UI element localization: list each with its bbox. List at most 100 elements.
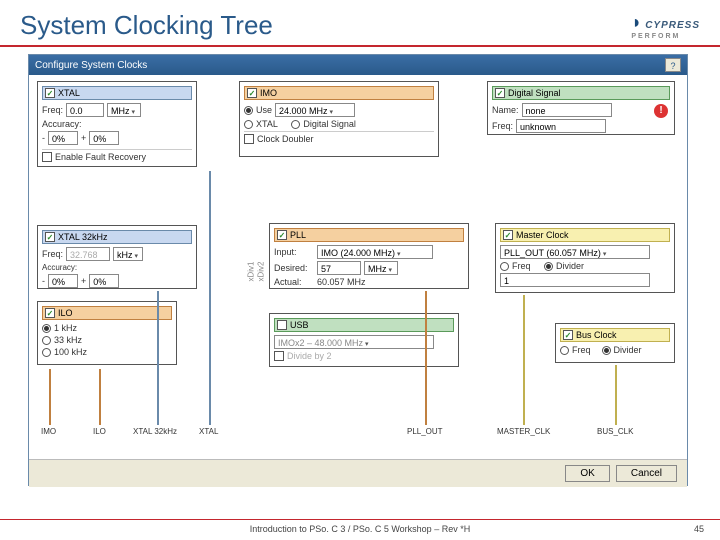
out-pll: PLL_OUT: [407, 427, 443, 436]
ilo-33k-label: 33 kHz: [54, 335, 82, 345]
logo: CYPRESSPERFORM: [631, 12, 700, 40]
out-xtal: XTAL: [199, 427, 218, 436]
imo-use-radio[interactable]: [244, 106, 253, 115]
xtal32-freq-label: Freq:: [42, 249, 63, 259]
page-number: 45: [680, 524, 720, 534]
xtal32-acc-label: Accuracy:: [42, 263, 77, 272]
help-button[interactable]: ?: [665, 58, 681, 72]
ilo-100k-label: 100 kHz: [54, 347, 87, 357]
bus-div-label: Divider: [614, 345, 642, 355]
pll-desired-input[interactable]: 57: [317, 261, 361, 275]
bus-enable-checkbox[interactable]: [563, 330, 573, 340]
out-ilo: ILO: [93, 427, 106, 436]
ilo-1k-radio[interactable]: [42, 324, 51, 333]
imo-dsi-radio[interactable]: [291, 120, 300, 129]
usb-enable-checkbox[interactable]: [277, 320, 287, 330]
dsi-name-label: Name:: [492, 105, 519, 115]
line: [49, 369, 51, 425]
titlebar: Configure System Clocks ?: [29, 55, 687, 75]
button-bar: OK Cancel: [29, 459, 687, 487]
dsi-enable-checkbox[interactable]: [495, 88, 505, 98]
xtal-acc-minus[interactable]: 0%: [48, 131, 78, 145]
ilo-enable-checkbox[interactable]: [45, 308, 55, 318]
imo-xtal-label: XTAL: [256, 119, 278, 129]
xtal32-freq-input[interactable]: 32.768: [66, 247, 110, 261]
xtal32-freq-unit[interactable]: kHz: [113, 247, 143, 261]
xtal-acc-label: Accuracy:: [42, 119, 82, 129]
master-div-label: Divider: [556, 261, 584, 271]
out-master: MASTER_CLK: [497, 427, 550, 436]
panel-bus: Bus Clock Freq Divider: [555, 323, 675, 363]
master-freq-radio[interactable]: [500, 262, 509, 271]
out-imo: IMO: [41, 427, 56, 436]
master-div-input[interactable]: 1: [500, 273, 650, 287]
dialog-window: Configure System Clocks ? XTAL Freq:0.0M…: [28, 54, 688, 486]
ilo-100k-radio[interactable]: [42, 348, 51, 357]
footer-text: Introduction to PSo. C 3 / PSo. C 5 Work…: [40, 524, 680, 534]
out-x32: XTAL 32kHz: [133, 427, 177, 436]
clock-doubler-checkbox[interactable]: [244, 134, 254, 144]
line: [425, 291, 427, 425]
bus-freq-radio[interactable]: [560, 346, 569, 355]
master-enable-checkbox[interactable]: [503, 230, 513, 240]
ilo-title: ILO: [58, 308, 73, 318]
xdiv1-label: xDiv1: [247, 261, 256, 281]
xtal-title: XTAL: [58, 88, 80, 98]
fault-recovery-label: Enable Fault Recovery: [55, 152, 146, 162]
pll-desired-unit[interactable]: MHz: [364, 261, 398, 275]
panel-ilo: ILO 1 kHz 33 kHz 100 kHz: [37, 301, 177, 365]
usb-source-select[interactable]: IMOx2 – 48.000 MHz: [274, 335, 434, 349]
line: [99, 369, 101, 425]
xtal-acc-plus[interactable]: 0%: [89, 131, 119, 145]
ilo-1k-label: 1 kHz: [54, 323, 77, 333]
imo-enable-checkbox[interactable]: [247, 88, 257, 98]
imo-xtal-radio[interactable]: [244, 120, 253, 129]
clock-doubler-label: Clock Doubler: [257, 134, 314, 144]
panel-dsi: ! Digital Signal Name:none Freq:unknown: [487, 81, 675, 135]
bus-div-radio[interactable]: [602, 346, 611, 355]
panel-imo: IMO Use24.000 MHz XTAL Digital Signal Cl…: [239, 81, 439, 157]
pll-input-label: Input:: [274, 247, 314, 257]
canvas: XTAL Freq:0.0MHz Accuracy: -0%+0% Enable…: [29, 75, 687, 459]
ilo-33k-radio[interactable]: [42, 336, 51, 345]
pll-desired-label: Desired:: [274, 263, 314, 273]
pll-title: PLL: [290, 230, 306, 240]
pll-actual-label: Actual:: [274, 277, 314, 287]
xtal32-acc-minus-input[interactable]: 0%: [48, 274, 78, 288]
pll-actual-value: 60.057 MHz: [317, 277, 366, 287]
dsi-freq-input[interactable]: unknown: [516, 119, 606, 133]
pll-enable-checkbox[interactable]: [277, 230, 287, 240]
imo-use-label: Use: [256, 105, 272, 115]
xtal-freq-input[interactable]: 0.0: [66, 103, 104, 117]
xtal-freq-unit[interactable]: MHz: [107, 103, 141, 117]
out-bus: BUS_CLK: [597, 427, 633, 436]
xtal32-acc-plus-input[interactable]: 0%: [89, 274, 119, 288]
xtal32-title: XTAL 32kHz: [58, 232, 108, 242]
dsi-freq-label: Freq:: [492, 121, 513, 131]
dsi-title: Digital Signal: [508, 88, 561, 98]
alert-icon: !: [654, 104, 668, 118]
line: [157, 291, 159, 425]
line: [209, 171, 211, 425]
usb-div2-label: Divide by 2: [287, 351, 332, 361]
usb-title: USB: [290, 320, 309, 330]
xtal32-enable-checkbox[interactable]: [45, 232, 55, 242]
imo-freq-select[interactable]: 24.000 MHz: [275, 103, 355, 117]
bus-title: Bus Clock: [576, 330, 617, 340]
page-title: System Clocking Tree: [20, 10, 273, 41]
pll-input-select[interactable]: IMO (24.000 MHz): [317, 245, 433, 259]
panel-usb: USB IMOx2 – 48.000 MHz Divide by 2: [269, 313, 459, 367]
panel-pll: PLL Input:IMO (24.000 MHz) Desired:57MHz…: [269, 223, 469, 289]
fault-recovery-checkbox[interactable]: [42, 152, 52, 162]
dsi-name-input[interactable]: none: [522, 103, 612, 117]
footer: Introduction to PSo. C 3 / PSo. C 5 Work…: [0, 519, 720, 534]
xtal-enable-checkbox[interactable]: [45, 88, 55, 98]
master-source-select[interactable]: PLL_OUT (60.057 MHz): [500, 245, 650, 259]
ok-button[interactable]: OK: [565, 465, 609, 482]
master-div-radio[interactable]: [544, 262, 553, 271]
usb-div2-checkbox[interactable]: [274, 351, 284, 361]
line: [523, 295, 525, 425]
cancel-button[interactable]: Cancel: [616, 465, 677, 482]
xdiv2-label: xDiv2: [257, 261, 266, 281]
panel-master: Master Clock PLL_OUT (60.057 MHz) Freq D…: [495, 223, 675, 293]
